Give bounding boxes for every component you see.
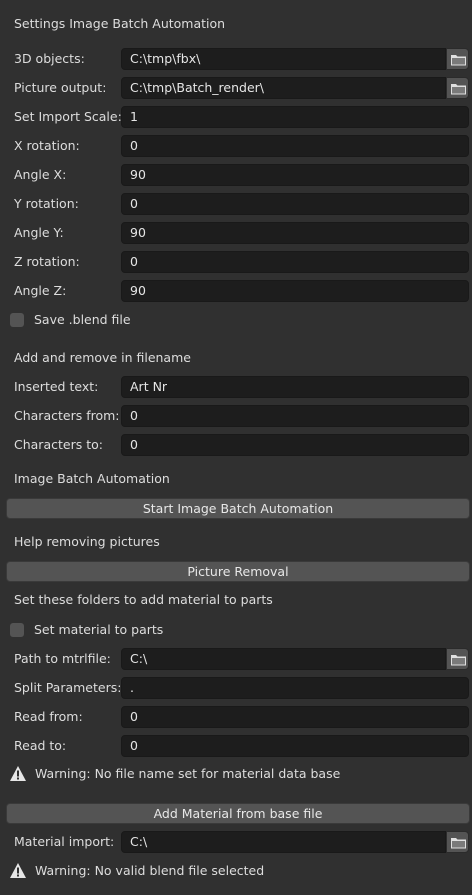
read-from-field[interactable]: 0 [121,706,469,728]
split-parameters-field[interactable]: . [121,677,469,699]
output-browse-button[interactable] [446,77,469,99]
material-path-field[interactable]: C:\ [121,648,446,670]
set-material-label: Set material to parts [34,622,164,637]
y-rotation-field[interactable]: 0 [121,193,469,215]
characters-to-label: Characters to: [14,437,103,452]
output-label: Picture output: [14,80,107,95]
characters-from-label: Characters from: [14,408,120,423]
material-path-label: Path to mtrlfile: [14,651,111,666]
save-blend-label: Save .blend file [34,312,131,327]
objects-label: 3D objects: [14,51,85,66]
save-blend-checkbox[interactable] [10,313,24,327]
material-db-warning: Warning: No file name set for material d… [35,766,341,781]
inserted-text-label: Inserted text: [14,379,99,394]
objects-path-field[interactable]: C:\tmp\fbx\ [121,48,446,70]
add-material-button[interactable]: Add Material from base file [6,803,470,824]
blend-file-warning: Warning: No valid blend file selected [35,863,265,878]
set-material-checkbox[interactable] [10,623,24,637]
x-rotation-label: X rotation: [14,138,80,153]
material-import-browse-button[interactable] [446,831,469,853]
characters-to-field[interactable]: 0 [121,434,469,456]
removal-section-heading: Help removing pictures [14,534,160,549]
warning-icon [10,863,26,878]
angle-z-label: Angle Z: [14,283,67,298]
characters-from-field[interactable]: 0 [121,405,469,427]
z-rotation-label: Z rotation: [14,254,80,269]
material-import-field[interactable]: C:\ [121,831,446,853]
scale-label: Set Import Scale: [14,109,122,124]
objects-browse-button[interactable] [446,48,469,70]
read-to-field[interactable]: 0 [121,735,469,757]
start-automation-button[interactable]: Start Image Batch Automation [6,498,470,519]
warning-icon [10,766,26,781]
split-parameters-label: Split Parameters: [14,680,122,695]
angle-x-label: Angle X: [14,167,67,182]
folder-icon [451,655,466,666]
filename-section-heading: Add and remove in filename [14,350,191,365]
material-section-heading: Set these folders to add material to par… [14,592,273,607]
inserted-text-field[interactable]: Art Nr [121,376,469,398]
angle-z-field[interactable]: 90 [121,280,469,302]
automation-section-heading: Image Batch Automation [14,471,170,486]
folder-icon [451,55,466,66]
folder-icon [451,838,466,849]
folder-icon [451,84,466,95]
angle-y-field[interactable]: 90 [121,222,469,244]
read-from-label: Read from: [14,709,83,724]
panel-title: Settings Image Batch Automation [14,16,226,31]
read-to-label: Read to: [14,738,67,753]
z-rotation-field[interactable]: 0 [121,251,469,273]
picture-removal-button[interactable]: Picture Removal [6,561,470,582]
material-path-browse-button[interactable] [446,648,469,670]
angle-x-field[interactable]: 90 [121,164,469,186]
y-rotation-label: Y rotation: [14,196,79,211]
x-rotation-field[interactable]: 0 [121,135,469,157]
scale-field[interactable]: 1 [121,106,469,128]
output-path-field[interactable]: C:\tmp\Batch_render\ [121,77,446,99]
material-import-label: Material import: [14,834,115,849]
angle-y-label: Angle Y: [14,225,64,240]
